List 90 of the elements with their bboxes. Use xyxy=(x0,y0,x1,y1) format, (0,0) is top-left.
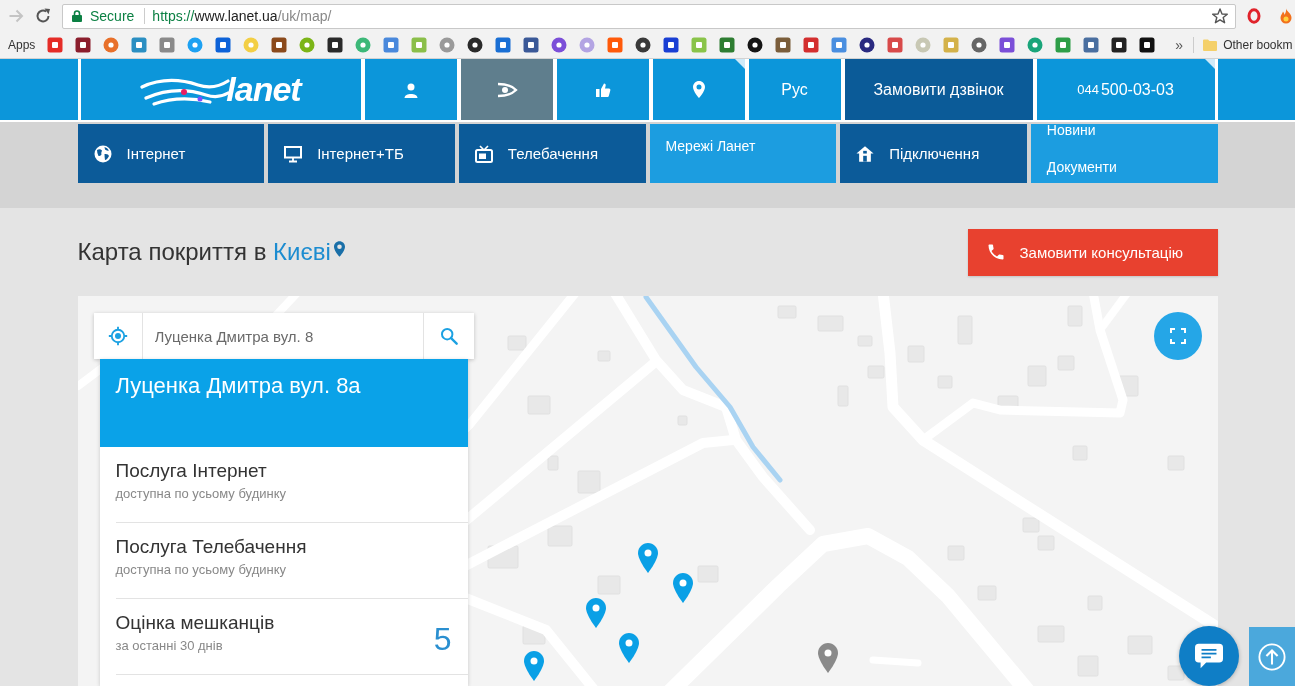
url-text: https://www.lanet.ua/uk/map/ xyxy=(152,8,332,24)
building-footprint xyxy=(547,525,572,547)
address-input[interactable]: Луценка Дмитра вул. 8 xyxy=(142,313,423,359)
map-pin-icon[interactable] xyxy=(618,633,639,663)
tile-icon[interactable] xyxy=(803,37,820,53)
tile-icon[interactable] xyxy=(999,37,1016,53)
request-call-button[interactable]: Замовити дзвінок xyxy=(844,59,1033,120)
lock-icon xyxy=(72,10,82,22)
tile-icon[interactable] xyxy=(1111,37,1128,53)
address-title: Луценка Дмитра вул. 8а xyxy=(115,373,361,398)
tile-icon[interactable] xyxy=(831,37,848,53)
map-pin-icon xyxy=(692,81,705,98)
monitor-icon xyxy=(284,144,303,163)
tile-icon[interactable] xyxy=(775,37,792,53)
tile-icon[interactable] xyxy=(1139,37,1156,53)
menu-link[interactable]: Інтернет xyxy=(77,124,265,183)
circle-icon[interactable] xyxy=(635,37,652,53)
circle-icon[interactable] xyxy=(747,37,764,53)
tile-icon[interactable] xyxy=(607,37,624,53)
row-subtitle: доступна по усьому будинку xyxy=(115,486,286,502)
tile-icon[interactable] xyxy=(1083,37,1100,53)
row-subtitle: доступна по усьому будинку xyxy=(115,562,287,578)
logo-text: lanet xyxy=(226,70,301,109)
building-footprint xyxy=(1167,665,1184,681)
circle-icon[interactable] xyxy=(467,37,484,53)
tile-icon[interactable] xyxy=(271,37,288,53)
map-pin-icon[interactable] xyxy=(672,573,693,603)
map-pin-icon xyxy=(333,241,345,257)
ring-icon[interactable] xyxy=(1246,8,1262,24)
page-title: Карта покриття в Києві xyxy=(77,238,345,266)
search-button[interactable] xyxy=(422,313,474,359)
nav-icon-button[interactable] xyxy=(460,59,553,120)
tile-icon[interactable] xyxy=(887,37,904,53)
tile-icon[interactable] xyxy=(523,37,540,53)
tile-icon[interactable] xyxy=(327,37,344,53)
target-icon xyxy=(106,326,129,346)
chat-bubble-icon xyxy=(1194,642,1224,670)
thumbs-up-icon xyxy=(594,81,611,98)
row-title: Оцінка мешканців xyxy=(115,612,275,634)
search-icon xyxy=(439,327,458,345)
reload-icon[interactable] xyxy=(35,8,51,24)
consultation-button[interactable]: Замовити консультацію xyxy=(967,228,1218,276)
flame-icon[interactable] xyxy=(1278,8,1294,24)
tile-icon[interactable] xyxy=(411,37,428,53)
map-pin-icon[interactable] xyxy=(817,643,838,673)
apps-link[interactable]: Apps xyxy=(8,38,36,52)
scroll-top-button[interactable] xyxy=(1249,627,1295,686)
building-footprint xyxy=(867,365,884,379)
tile-icon[interactable] xyxy=(663,37,680,53)
other-bookmarks-link[interactable]: Other bookm xyxy=(1223,38,1293,52)
more-bookmarks-button[interactable]: » xyxy=(1175,37,1184,53)
circle-icon[interactable] xyxy=(859,37,876,53)
row-subtitle: за останні 30 днів xyxy=(115,638,224,654)
person-icon xyxy=(402,81,419,98)
tile-icon[interactable] xyxy=(495,37,512,53)
menu-link[interactable]: Інтернет+ТБ xyxy=(268,124,455,183)
row-title: Послуга Інтернет xyxy=(115,460,268,482)
tile-icon[interactable] xyxy=(47,37,64,53)
row-title: Послуга Телебачення xyxy=(115,536,307,558)
up-arrow-circle-icon xyxy=(1258,642,1286,671)
tile-icon[interactable] xyxy=(131,37,148,53)
nav-icon-button[interactable] xyxy=(652,59,745,120)
building-footprint xyxy=(1022,517,1039,533)
address-bar[interactable]: Secure https://www.lanet.ua/uk/map/ xyxy=(62,3,1236,29)
tile-icon[interactable] xyxy=(75,37,92,53)
menu-link[interactable]: Телебачення xyxy=(458,124,646,183)
nav-icon-button[interactable] xyxy=(364,59,457,120)
secure-label: Secure xyxy=(90,8,135,24)
tile-icon[interactable] xyxy=(691,37,708,53)
map-pin-icon[interactable] xyxy=(637,543,658,573)
menu-link[interactable]: Підключення xyxy=(840,124,1027,183)
map-pin-icon[interactable] xyxy=(585,598,606,628)
tile-icon[interactable] xyxy=(383,37,400,53)
star-icon[interactable] xyxy=(1212,8,1228,24)
nav-icon-button[interactable] xyxy=(556,59,649,120)
globe-icon xyxy=(93,144,112,163)
building-footprint xyxy=(507,335,526,351)
locate-button[interactable] xyxy=(93,313,143,359)
tile-icon[interactable] xyxy=(159,37,176,53)
tv-icon xyxy=(474,144,493,163)
building-footprint xyxy=(577,470,600,494)
tile-icon[interactable] xyxy=(719,37,736,53)
tile-icon[interactable] xyxy=(215,37,232,53)
building-footprint xyxy=(547,455,558,471)
house-icon xyxy=(856,144,875,163)
rating-value: 5 xyxy=(433,622,452,656)
tile-icon[interactable] xyxy=(943,37,960,53)
tile-icon[interactable] xyxy=(1055,37,1072,53)
map-pin-icon[interactable] xyxy=(523,651,544,681)
fullscreen-icon xyxy=(1169,328,1186,344)
